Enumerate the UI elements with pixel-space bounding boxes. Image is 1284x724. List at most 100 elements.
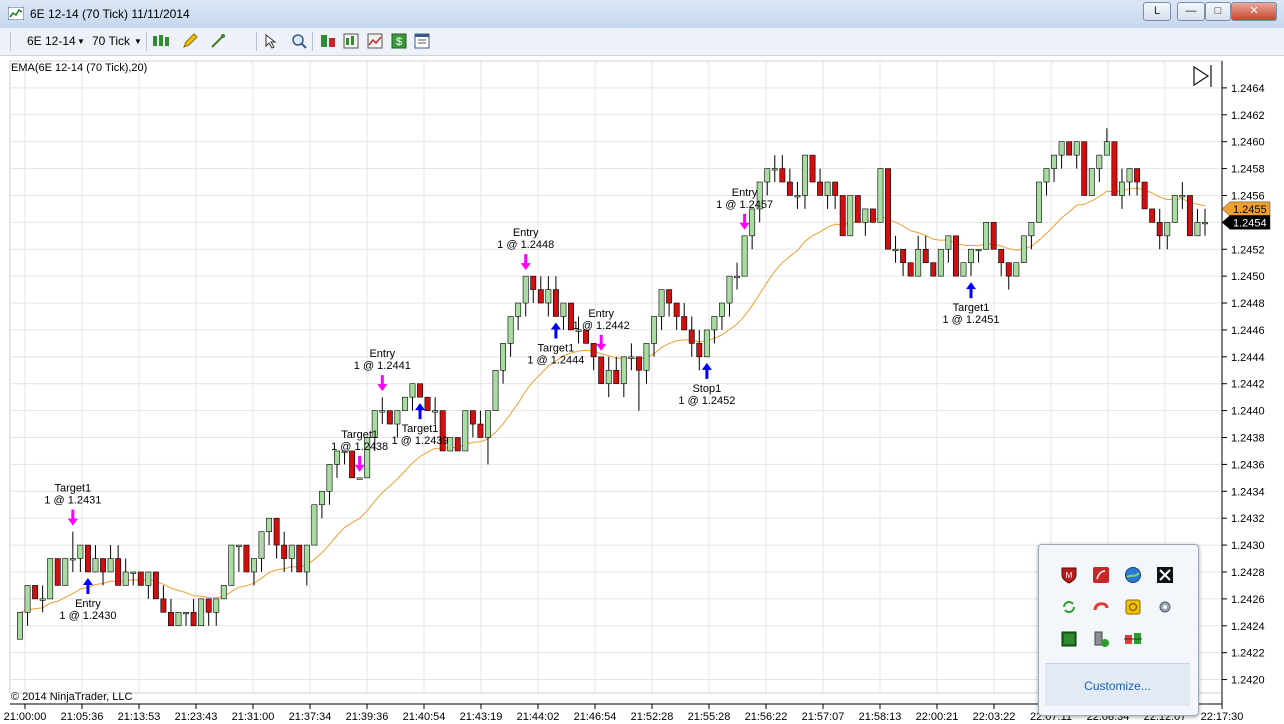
window-icon[interactable] xyxy=(1124,630,1142,648)
candle-down xyxy=(530,275,537,290)
svg-text:M: M xyxy=(1066,571,1073,580)
candle-down xyxy=(1141,181,1148,210)
candle-up xyxy=(379,410,386,413)
candle-down xyxy=(160,598,167,613)
x-tick-label: 21:52:28 xyxy=(631,711,674,723)
outlook-icon[interactable] xyxy=(1124,598,1142,616)
candle-up xyxy=(69,558,76,561)
trade-arrow-head xyxy=(377,384,388,392)
candle-down xyxy=(952,235,959,277)
chevron-down-icon[interactable]: ▼ xyxy=(77,37,85,46)
candle-up xyxy=(1103,141,1110,156)
pencil-draw-icon[interactable] xyxy=(182,33,198,49)
properties-icon[interactable] xyxy=(414,33,430,49)
candle-up xyxy=(862,208,869,223)
scroll-to-end-icon[interactable] xyxy=(1193,65,1212,87)
candle-up xyxy=(651,316,657,344)
trade-arrow-head xyxy=(82,577,93,585)
candle-up xyxy=(734,275,740,278)
candle-down xyxy=(598,356,605,385)
candle-up xyxy=(39,598,46,601)
indicators-icon[interactable] xyxy=(343,33,359,49)
trade-arrow-head xyxy=(67,518,78,526)
indicator-label: EMA(6E 12-14 (70 Tick),20) xyxy=(11,62,147,74)
trade-arrow-head xyxy=(966,282,977,290)
pointer-icon[interactable] xyxy=(263,33,279,49)
money-icon[interactable]: $ xyxy=(391,33,407,49)
network-globe-icon[interactable] xyxy=(1124,566,1142,584)
customize-link[interactable]: Customize... xyxy=(1045,679,1190,693)
x-tick-label: 21:37:34 xyxy=(289,711,332,723)
candle-up xyxy=(545,289,552,304)
copyright-text: © 2014 NinjaTrader, LLC xyxy=(11,691,132,703)
interval-selector[interactable]: 70 Tick xyxy=(92,34,130,48)
candle-down xyxy=(1134,168,1141,183)
y-tick-label: 1.2426 xyxy=(1231,594,1265,606)
candle-up xyxy=(892,248,899,252)
candle-up xyxy=(749,208,756,237)
y-tick-label: 1.2456 xyxy=(1231,190,1265,202)
candle-up xyxy=(251,558,257,573)
chevron-down-icon[interactable]: ▼ xyxy=(134,37,142,46)
maximize-button[interactable]: □ xyxy=(1205,2,1231,21)
x-tick-label: 21:00:00 xyxy=(4,711,47,723)
candle-down xyxy=(54,558,61,586)
drawing-tools-icon[interactable] xyxy=(210,33,226,49)
trade-arrow-head xyxy=(701,362,712,370)
y-tick-label: 1.2452 xyxy=(1231,244,1265,256)
candle-up xyxy=(409,383,416,398)
candle-down xyxy=(583,329,590,344)
candle-down xyxy=(243,544,250,573)
y-tick-label: 1.2462 xyxy=(1231,110,1265,122)
trade-detail: 1 @ 1.2444 xyxy=(527,354,584,366)
antivirus-shield-icon[interactable]: M xyxy=(1060,566,1078,584)
candle-up xyxy=(1202,222,1208,225)
trade-label: Entry xyxy=(588,308,614,320)
monitor-icon[interactable] xyxy=(1060,630,1078,648)
candle-up xyxy=(1013,262,1020,277)
candle-up xyxy=(130,571,137,574)
candle-up xyxy=(107,558,114,573)
trade-detail: 1 @ 1.2430 xyxy=(59,610,116,622)
candle-down xyxy=(454,437,461,452)
settings-cog-icon[interactable] xyxy=(1156,598,1174,616)
adobe-icon[interactable] xyxy=(1092,566,1110,584)
candle-down xyxy=(590,343,597,358)
candle-down xyxy=(349,450,356,479)
headset-icon[interactable] xyxy=(1092,598,1110,616)
candle-up xyxy=(560,302,567,317)
candle-down xyxy=(386,410,393,425)
candle-up xyxy=(711,316,718,331)
candle-down xyxy=(666,289,673,304)
layout-button[interactable]: L xyxy=(1143,2,1171,21)
bar-style-icon[interactable] xyxy=(152,33,172,49)
zoom-icon[interactable] xyxy=(291,33,307,49)
toolbar-separator xyxy=(146,32,147,51)
dropbox-icon[interactable] xyxy=(1156,566,1174,584)
instrument-selector[interactable]: 6E 12-14 xyxy=(27,34,76,48)
x-tick-label: 22:03:22 xyxy=(973,711,1016,723)
candle-up xyxy=(183,612,189,615)
candle-up xyxy=(794,195,801,198)
candle-up xyxy=(145,571,152,586)
x-tick-label: 21:43:19 xyxy=(460,711,503,723)
close-button[interactable]: ✕ xyxy=(1231,2,1277,21)
trade-label: Entry xyxy=(732,187,758,199)
candle-down xyxy=(84,544,91,573)
candle-down xyxy=(115,558,122,586)
sync-arrows-icon[interactable] xyxy=(1060,598,1078,616)
strategies-icon[interactable] xyxy=(367,33,383,49)
candle-up xyxy=(764,168,771,183)
trade-arrow-head xyxy=(550,322,561,330)
minimize-button[interactable]: — xyxy=(1177,2,1205,21)
usb-device-icon[interactable] xyxy=(1092,630,1110,648)
trade-detail: 1 @ 1.2457 xyxy=(716,199,773,211)
y-tick-label: 1.2446 xyxy=(1231,325,1265,337)
candle-up xyxy=(462,410,469,452)
tray-footer: Customize... xyxy=(1045,663,1190,706)
x-tick-label: 21:13:53 xyxy=(118,711,161,723)
data-series-icon[interactable] xyxy=(320,33,336,49)
candle-up xyxy=(394,410,401,425)
trade-arrow-head xyxy=(354,464,365,472)
price-tag-label: 1.2455 xyxy=(1233,204,1267,216)
